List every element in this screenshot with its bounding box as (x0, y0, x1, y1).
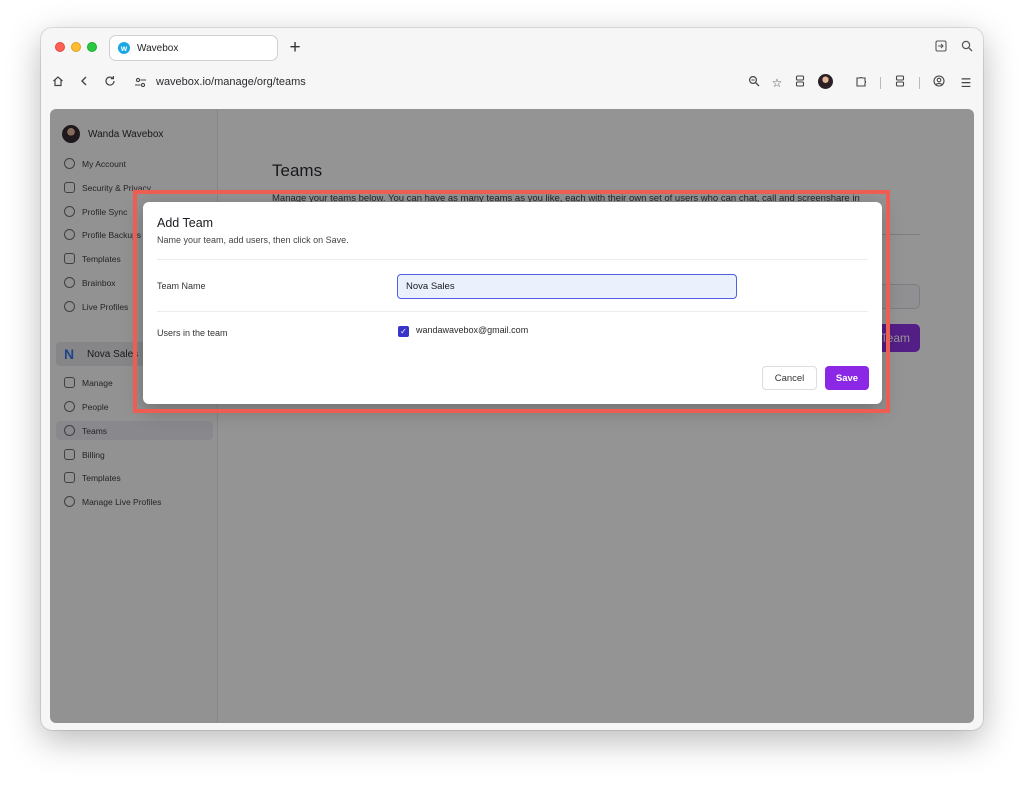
extensions-puzzle-icon[interactable] (854, 75, 868, 91)
tab-strip: w Wavebox + (41, 28, 983, 68)
menu-hamburger-icon[interactable]: ☰ (959, 75, 973, 91)
account-circle-icon[interactable] (932, 75, 946, 91)
stack-icon[interactable] (893, 75, 907, 91)
home-icon[interactable] (51, 75, 65, 91)
bookmark-star-icon[interactable]: ☆ (770, 75, 784, 91)
search-tabs-icon[interactable] (960, 40, 974, 54)
zoom-icon[interactable] (747, 75, 761, 91)
minimize-window-button[interactable] (71, 42, 81, 52)
maximize-window-button[interactable] (87, 42, 97, 52)
split-view-icon[interactable] (793, 75, 807, 91)
reload-icon[interactable] (103, 75, 117, 91)
profile-avatar[interactable] (818, 74, 833, 89)
sign-in-arrow-icon[interactable] (934, 40, 948, 54)
site-settings-icon[interactable] (134, 76, 148, 90)
close-window-button[interactable] (55, 42, 65, 52)
wavebox-favicon-icon: w (118, 42, 130, 54)
highlight-box (133, 190, 890, 413)
address-bar-row: wavebox.io/manage/org/teams ☆ ☰ (41, 68, 983, 98)
toolbar-separator (880, 77, 881, 89)
url-text[interactable]: wavebox.io/manage/org/teams (156, 76, 306, 88)
back-icon[interactable] (77, 75, 91, 91)
toolbar-separator (919, 77, 920, 89)
browser-tab[interactable]: w Wavebox (109, 35, 278, 61)
new-tab-plus-icon[interactable]: + (288, 37, 302, 59)
tab-title: Wavebox (137, 42, 179, 54)
